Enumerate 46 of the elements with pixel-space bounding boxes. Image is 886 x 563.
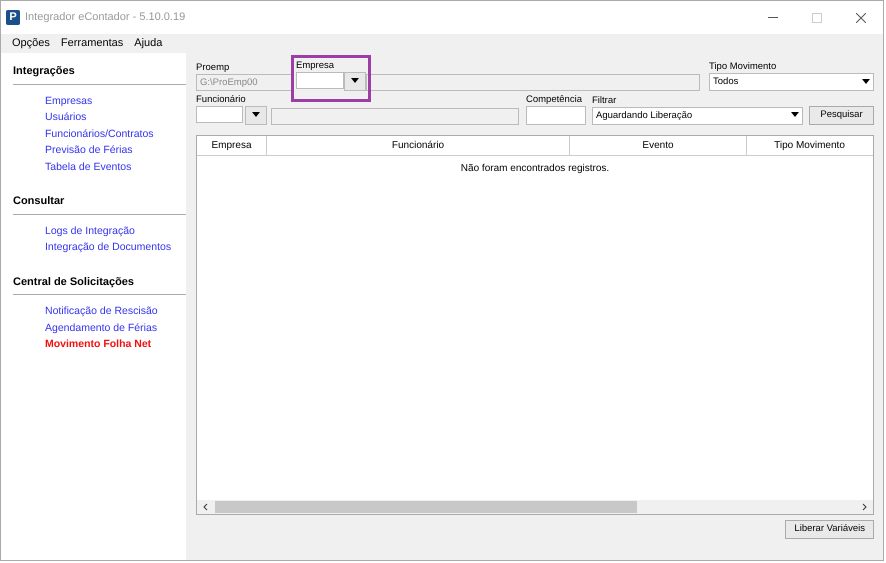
sidebar-link[interactable]: Agendamento de Férias: [45, 320, 186, 336]
select-field[interactable]: Aguardando Liberação: [592, 106, 803, 125]
sidebar-link[interactable]: Funcionários/Contratos: [45, 126, 186, 142]
field-label: Funcionário: [196, 94, 247, 106]
column-header[interactable]: Funcionário: [267, 136, 570, 155]
menu-item[interactable]: Opções: [7, 35, 56, 52]
close-icon: [856, 12, 866, 22]
sidebar-link[interactable]: Movimento Folha Net: [45, 336, 186, 352]
window-title: Integrador eContador - 5.10.0.19: [25, 10, 186, 26]
field-label: Proemp: [196, 62, 230, 74]
sidebar-link[interactable]: Tabela de Eventos: [45, 158, 186, 175]
sidebar-link[interactable]: Notificação de Rescisão: [45, 303, 186, 320]
column-header[interactable]: Tipo Movimento: [747, 136, 872, 155]
column-header[interactable]: Empresa: [197, 136, 267, 155]
app-logo: P: [6, 10, 20, 25]
horizontal-scrollbar[interactable]: [197, 500, 873, 514]
field-label: Tipo Movimento: [709, 61, 778, 73]
empty-message: Não foram encontrados registros.: [460, 162, 610, 176]
sidebar-link[interactable]: Empresas: [45, 92, 186, 109]
input-field[interactable]: [296, 72, 344, 89]
sidebar-link[interactable]: Logs de Integração: [45, 222, 186, 239]
caret-icon: [252, 112, 260, 117]
select-field[interactable]: Todos: [709, 73, 874, 91]
input-field[interactable]: [526, 106, 586, 125]
section-title: Central de Solicitações: [13, 274, 186, 295]
sidebar-link[interactable]: Previsão de Férias: [45, 142, 186, 158]
maximize-icon: [812, 12, 822, 22]
caret-icon: [351, 78, 359, 84]
caret-icon: [791, 112, 799, 118]
search-button[interactable]: Pesquisar: [809, 106, 874, 125]
menu-item[interactable]: Ajuda: [129, 35, 168, 52]
liberar-button[interactable]: Liberar Variáveis: [785, 520, 874, 539]
minimize-icon: [768, 17, 778, 18]
caret-icon: [862, 78, 870, 84]
sidebar-link[interactable]: Usuários: [45, 109, 186, 126]
column-header[interactable]: Evento: [570, 136, 747, 155]
dropdown-button[interactable]: [245, 106, 267, 125]
field-label: Competência: [526, 94, 583, 106]
field-label: Empresa: [296, 60, 336, 72]
sidebar-link[interactable]: Integração de Documentos: [45, 239, 186, 256]
input-field[interactable]: [196, 106, 243, 123]
section-title: Integrações: [13, 63, 186, 84]
dropdown-button[interactable]: [344, 72, 366, 91]
section-title: Consultar: [13, 193, 186, 214]
field-label: Filtrar: [592, 94, 618, 107]
menu-item[interactable]: Ferramentas: [56, 35, 130, 52]
